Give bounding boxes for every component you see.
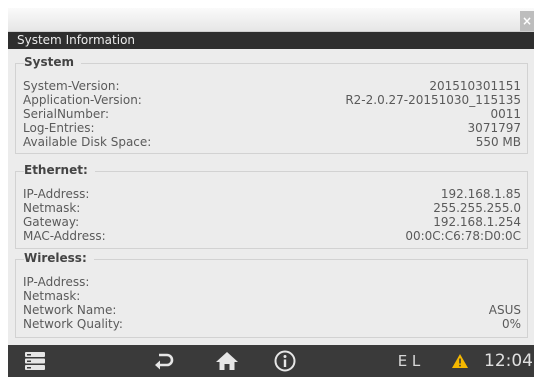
info-label: Network Name: <box>23 303 117 317</box>
info-label: Netmask: <box>23 289 81 303</box>
info-value: 192.168.1.85 <box>440 187 521 201</box>
info-row: Available Disk Space: 550 MB <box>23 135 521 149</box>
info-value: 0011 <box>490 107 521 121</box>
info-row: Network Name: ASUS <box>23 303 521 317</box>
system-section: System System-Version: 201510301151 Appl… <box>15 54 528 154</box>
info-row: IP-Address: 192.168.1.85 <box>23 187 521 201</box>
back-icon <box>155 353 174 370</box>
home-icon <box>216 352 238 370</box>
info-value: 00:0C:C6:78:D0:0C <box>405 229 521 243</box>
back-button[interactable] <box>149 345 179 377</box>
menu-icon <box>25 352 45 370</box>
info-value: 0% <box>501 317 521 331</box>
section-title-wireless: Wireless: <box>24 250 94 266</box>
menu-button[interactable] <box>20 345 50 377</box>
info-label: System-Version: <box>23 79 120 93</box>
section-title-ethernet: Ethernet: <box>24 162 95 178</box>
info-panel: System System-Version: 201510301151 Appl… <box>8 49 534 345</box>
status-text: E L <box>397 352 421 370</box>
info-row: SerialNumber: 0011 <box>23 107 521 121</box>
info-row: Netmask: 255.255.255.0 <box>23 201 521 215</box>
page-title: System Information <box>8 32 534 49</box>
info-label: SerialNumber: <box>23 107 109 121</box>
warning-indicator[interactable] <box>448 345 472 377</box>
info-row: MAC-Address: 00:0C:C6:78:D0:0C <box>23 229 521 243</box>
info-row: Netmask: <box>23 289 521 303</box>
close-button[interactable]: × <box>520 11 534 31</box>
clock: 12:04 <box>484 345 534 377</box>
info-label: Log-Entries: <box>23 121 95 135</box>
info-label: Available Disk Space: <box>23 135 152 149</box>
info-value: 3071797 <box>467 121 521 135</box>
info-icon <box>274 350 296 372</box>
ethernet-section: Ethernet: IP-Address: 192.168.1.85 Netma… <box>15 162 528 249</box>
info-label: IP-Address: <box>23 187 90 201</box>
info-label: MAC-Address: <box>23 229 106 243</box>
info-row: IP-Address: <box>23 275 521 289</box>
wireless-section: Wireless: IP-Address: Netmask: Network N… <box>15 250 528 338</box>
home-button[interactable] <box>210 345 244 377</box>
section-title-system: System <box>24 54 81 70</box>
warning-icon <box>452 354 468 368</box>
info-value: 192.168.1.254 <box>433 215 521 229</box>
info-value: 255.255.255.0 <box>433 201 521 215</box>
info-label: Network Quality: <box>23 317 123 331</box>
status-letters: E L <box>384 345 434 377</box>
info-label: IP-Address: <box>23 275 90 289</box>
info-label: Gateway: <box>23 215 80 229</box>
info-value: 550 MB <box>475 135 521 149</box>
info-row: Application-Version: R2-2.0.27-20151030_… <box>23 93 521 107</box>
info-row: Network Quality: 0% <box>23 317 521 331</box>
info-row: Gateway: 192.168.1.254 <box>23 215 521 229</box>
info-button[interactable] <box>270 345 300 377</box>
info-value: ASUS <box>488 303 521 317</box>
clock-text: 12:04 <box>484 351 533 371</box>
bottom-bar: E L 12:04 <box>8 345 534 377</box>
info-value: R2-2.0.27-20151030_115135 <box>345 93 521 107</box>
info-row: System-Version: 201510301151 <box>23 79 521 93</box>
info-row: Log-Entries: 3071797 <box>23 121 521 135</box>
info-label: Application-Version: <box>23 93 142 107</box>
info-value: 201510301151 <box>429 79 521 93</box>
top-bar: × <box>8 8 534 32</box>
info-label: Netmask: <box>23 201 81 215</box>
